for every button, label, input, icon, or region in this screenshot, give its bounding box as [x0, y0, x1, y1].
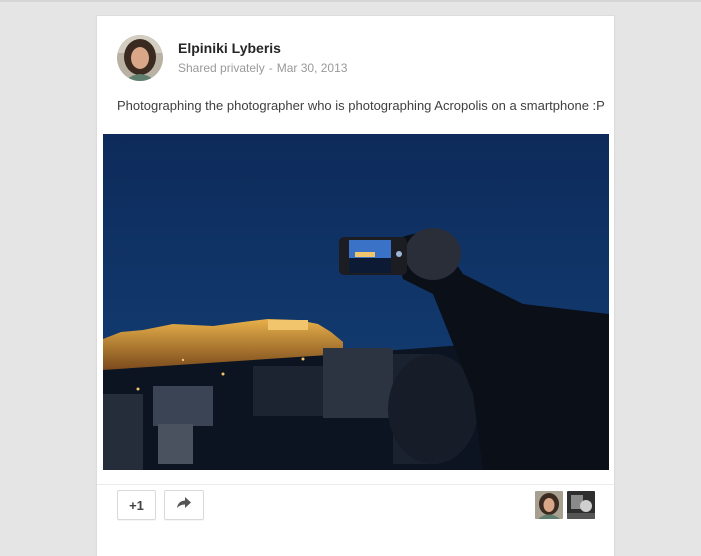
post-card: Elpiniki Lyberis Shared privately - Mar 30… — [96, 15, 615, 556]
sharer-avatar[interactable] — [535, 491, 563, 519]
share-arrow-icon — [176, 496, 192, 515]
post-text: Photographing the photographer who is ph… — [117, 98, 605, 113]
sharer-avatar[interactable] — [567, 491, 595, 519]
author-avatar[interactable] — [117, 35, 163, 81]
post-photo[interactable] — [103, 134, 609, 470]
action-divider — [97, 484, 614, 485]
plus-one-button[interactable]: +1 — [117, 490, 156, 520]
author-name[interactable]: Elpiniki Lyberis — [178, 40, 281, 56]
top-border — [0, 0, 701, 2]
post-date[interactable]: Mar 30, 2013 — [277, 61, 348, 75]
share-button[interactable] — [164, 490, 204, 520]
post-meta: Shared privately - Mar 30, 2013 — [178, 61, 347, 75]
meta-separator: - — [268, 61, 273, 75]
visibility-label[interactable]: Shared privately — [178, 61, 265, 75]
